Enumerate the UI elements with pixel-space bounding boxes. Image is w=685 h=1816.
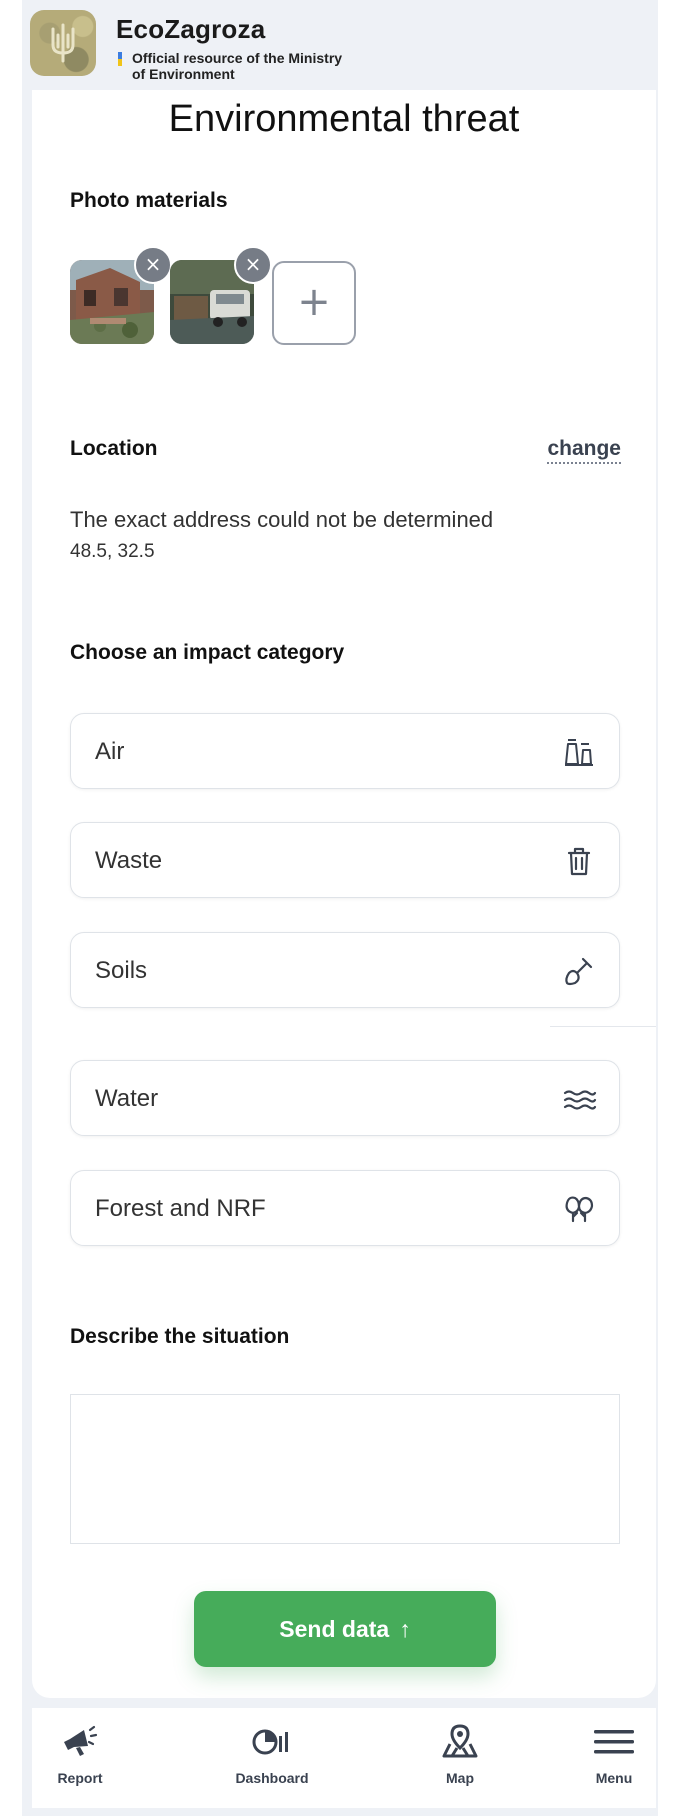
impact-category-label: Choose an impact category [70,641,345,664]
send-data-label: Send data [279,1616,390,1642]
add-photo-button[interactable]: + [272,261,356,345]
location-address: The exact address could not be determine… [70,507,494,532]
divider [550,1026,656,1027]
nav-label-dashboard: Dashboard [235,1770,309,1786]
arrow-up-icon: ↑ [399,1616,411,1642]
dashboard-chart-icon [252,1729,288,1755]
category-water-option[interactable]: Water [70,1060,620,1136]
map-pin-icon [442,1724,478,1758]
app-subtitle-line-2: of Environment [132,66,235,82]
category-label: Soils [95,957,148,984]
trees-icon [565,1196,594,1223]
category-label: Waste [95,847,163,874]
nav-label-menu: Menu [595,1770,633,1786]
app-logo [30,10,96,76]
nav-label-report: Report [57,1770,103,1786]
nav-label-map: Map [446,1770,474,1786]
category-air-option[interactable]: Air [70,713,620,789]
shovel-icon [565,957,593,986]
category-forest-option[interactable]: Forest and NRF [70,1170,620,1246]
air-icon [565,739,593,766]
describe-situation-label: Describe the situation [70,1325,290,1348]
hamburger-menu-icon [594,1730,634,1754]
category-label: Air [95,738,125,765]
category-soils-option[interactable]: Soils [70,932,620,1008]
app-subtitle: Official resource of the Ministry of Env… [132,50,432,82]
ukraine-flag-mark [118,52,122,66]
remove-photo-1-button[interactable]: × [134,246,172,284]
megaphone-icon [64,1725,98,1756]
trident-icon [51,23,75,63]
category-label: Water [95,1085,159,1112]
photo-thumbnail-1[interactable]: × [70,246,172,344]
water-waves-icon [563,1090,597,1110]
remove-photo-2-button[interactable]: × [234,246,272,284]
photo-materials-label: Photo materials [70,189,228,212]
nav-item-menu[interactable]: Menu [554,1720,674,1786]
category-waste-option[interactable]: Waste [70,822,620,898]
page-title: Environmental threat [168,98,520,140]
situation-description-field[interactable] [70,1394,620,1544]
location-label: Location [70,437,158,460]
send-data-button[interactable]: Send data ↑ [194,1591,496,1667]
nav-item-report[interactable]: Report [20,1720,140,1786]
location-coordinates: 48.5, 32.5 [70,541,155,562]
nav-item-map[interactable]: Map [400,1720,520,1786]
nav-item-dashboard[interactable]: Dashboard [212,1720,332,1786]
change-location-link[interactable]: change [547,437,621,464]
app-subtitle-line-1: Official resource of the Ministry [132,50,343,66]
app-title: EcoZagroza [116,14,266,44]
photo-thumbnail-2[interactable]: × [170,246,272,344]
trash-icon [567,847,591,876]
category-label: Forest and NRF [95,1195,266,1222]
